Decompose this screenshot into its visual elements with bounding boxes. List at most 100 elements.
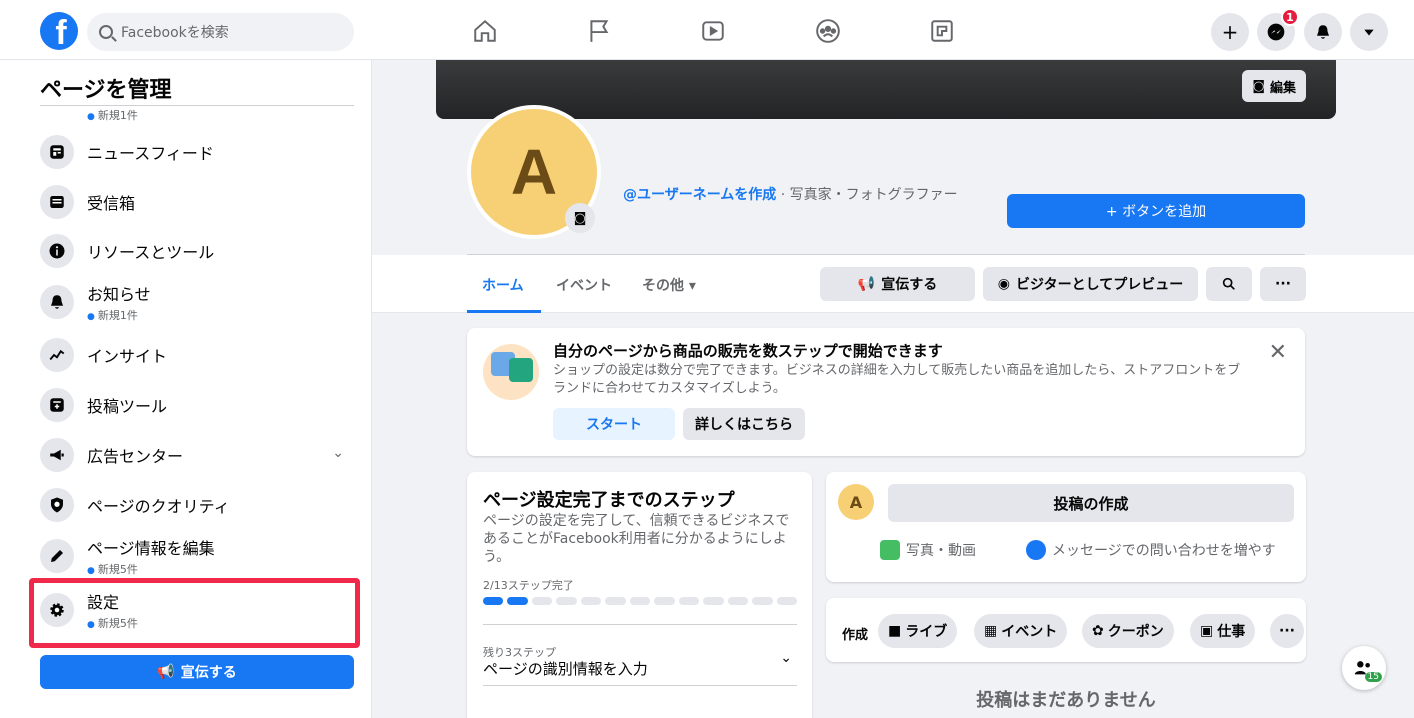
sidebar-item-label: 投稿ツール xyxy=(87,397,168,416)
sidebar-item-label: 設定 xyxy=(87,593,120,612)
megaphone-icon xyxy=(40,438,74,472)
tab-home[interactable]: ホーム xyxy=(482,275,524,295)
sidebar-item-edit-page-info[interactable]: ページ情報を編集新規5件 xyxy=(40,534,354,578)
steps-description: ページの設定を完了して、信頼できるビジネスであることがFacebook利用者に分… xyxy=(483,513,790,565)
flag-icon[interactable] xyxy=(586,18,614,44)
shop-learn-more-button[interactable]: 詳しくはこちら xyxy=(683,408,805,440)
create-more-button[interactable]: ··· xyxy=(1270,614,1304,648)
steps-title: ページ設定完了までのステップ xyxy=(483,490,735,511)
home-icon[interactable] xyxy=(472,18,500,44)
messages-button[interactable]: メッセージでの問い合わせを増やす xyxy=(1026,540,1276,560)
setup-steps-card: ページ設定完了までのステップ ページの設定を完了して、信頼できるビジネスであるこ… xyxy=(467,472,812,718)
sidebar-item-settings[interactable]: 設定新規5件 xyxy=(40,588,354,632)
news-feed-icon xyxy=(40,135,74,169)
page-category: · 写真家・フォトグラファー xyxy=(776,187,958,203)
bell-icon xyxy=(1317,25,1329,39)
shop-start-button[interactable]: スタート xyxy=(553,408,675,440)
progress-segment xyxy=(703,597,724,605)
composer-card: A 投稿の作成 写真・動画 メッセージでの問い合わせを増やす xyxy=(826,472,1306,582)
sidebar-item-label: インサイト xyxy=(87,347,168,366)
messenger-button[interactable]: 1 xyxy=(1257,8,1299,51)
steps-divider xyxy=(483,685,797,686)
page-username-line: @ユーザーネームを作成 · 写真家・フォトグラファー xyxy=(623,186,1003,204)
publishing-tools-icon xyxy=(40,388,74,422)
remaining-step-title[interactable]: ページの識別情報を入力 xyxy=(483,658,648,679)
photo-video-button[interactable]: 写真・動画 xyxy=(880,540,976,560)
tab-more[interactable]: その他 ▾ xyxy=(642,275,696,295)
create-post-button[interactable]: 投稿の作成 xyxy=(888,484,1294,522)
progress-segment xyxy=(531,597,553,605)
inbox-icon xyxy=(40,185,74,219)
insights-icon xyxy=(40,338,74,372)
sidebar-divider xyxy=(40,105,354,106)
briefcase-icon: ▣ xyxy=(1200,623,1214,639)
shop-illustration-icon xyxy=(483,344,539,400)
empty-posts-text: 投稿はまだありません xyxy=(976,690,1156,711)
calendar-icon: ▦ xyxy=(984,623,998,639)
page-search-button[interactable] xyxy=(1206,267,1252,301)
pencil-icon xyxy=(40,539,74,573)
progress-segment xyxy=(629,597,651,605)
watch-icon[interactable] xyxy=(700,18,728,44)
create-event-button[interactable]: ▦ イベント xyxy=(974,614,1068,648)
chevron-down-icon[interactable]: ⌄ xyxy=(332,445,344,461)
cover-photo: ◙ 編集 xyxy=(436,60,1336,119)
sidebar-item-sub: 新規5件 xyxy=(87,615,138,631)
camera-icon: ◙ xyxy=(573,210,587,226)
steps-progress-bar xyxy=(483,597,798,605)
progress-segment xyxy=(556,597,577,605)
create-job-button[interactable]: ▣ 仕事 xyxy=(1190,614,1256,648)
active-tab-underline xyxy=(467,310,541,313)
live-icon: ■ xyxy=(888,623,902,639)
plus-icon: + xyxy=(1221,20,1239,44)
sidebar-promote-button[interactable]: 📢 宣伝する xyxy=(40,655,354,689)
facebook-logo-icon[interactable]: f xyxy=(40,12,78,50)
sidebar-item-label: 広告センター xyxy=(87,447,184,466)
steps-divider xyxy=(483,624,797,625)
notifications-button[interactable] xyxy=(1304,13,1342,51)
gaming-icon[interactable] xyxy=(929,18,957,44)
info-icon xyxy=(40,234,74,268)
sidebar-item-news-feed[interactable]: ニュースフィード xyxy=(40,130,354,174)
sidebar-top-sub: 新規1件 xyxy=(87,107,138,123)
edit-cover-button[interactable]: ◙ 編集 xyxy=(1242,70,1306,102)
tab-events[interactable]: イベント xyxy=(556,275,612,295)
contacts-button[interactable]: 15 xyxy=(1342,646,1386,690)
sidebar-item-sub: 新規5件 xyxy=(87,561,215,577)
shop-card-description: ショップの設定は数分で完了できます。ビジネスの詳細を入力して販売したい商品を追加… xyxy=(553,363,1241,396)
sidebar-item-page-quality[interactable]: ページのクオリティ xyxy=(40,483,354,527)
sidebar-item-inbox[interactable]: 受信箱 xyxy=(40,180,354,224)
sidebar-item-label: ニュースフィード xyxy=(87,144,214,163)
caret-down-icon xyxy=(1364,29,1374,36)
page-more-button[interactable]: ··· xyxy=(1260,267,1306,301)
create-live-button[interactable]: ■ ライブ xyxy=(878,614,958,648)
account-menu-button[interactable] xyxy=(1350,13,1388,51)
sidebar-item-publishing-tools[interactable]: 投稿ツール xyxy=(40,383,354,427)
sidebar-item-insights[interactable]: インサイト xyxy=(40,333,354,377)
chevron-down-icon[interactable]: ⌄ xyxy=(780,650,792,666)
preview-as-visitor-button[interactable]: ◉ ビジターとしてプレビュー xyxy=(983,267,1198,301)
megaphone-icon: 📢 xyxy=(857,276,876,292)
sidebar-item-resources[interactable]: リソースとツール xyxy=(40,229,354,273)
search-input[interactable]: Facebookを検索 xyxy=(87,13,354,51)
photo-icon xyxy=(880,540,900,560)
close-icon[interactable]: ✕ xyxy=(1269,340,1287,365)
create-coupon-button[interactable]: ✿ クーポン xyxy=(1082,614,1174,648)
avatar-camera-button[interactable]: ◙ xyxy=(565,203,595,233)
progress-segment xyxy=(678,597,700,605)
sidebar-item-notifications[interactable]: お知らせ新規1件 xyxy=(40,280,354,324)
progress-segment xyxy=(605,597,626,605)
create-plus-button[interactable]: + xyxy=(1211,13,1249,51)
sidebar-item-label: ページのクオリティ xyxy=(87,497,230,516)
create-username-link[interactable]: @ユーザーネームを作成 xyxy=(623,187,776,203)
sidebar-item-ad-center[interactable]: 広告センター ⌄ xyxy=(40,433,354,477)
camera-icon: ◙ xyxy=(1252,78,1265,94)
sidebar-item-label: ページ情報を編集 xyxy=(87,539,215,558)
contacts-count: 15 xyxy=(1364,672,1382,682)
create-bar-card: 作成 ■ ライブ ▦ イベント ✿ クーポン ▣ 仕事 ··· xyxy=(826,598,1306,662)
progress-segment xyxy=(727,597,749,605)
composer-avatar: A xyxy=(838,484,874,520)
promote-button[interactable]: 📢 宣伝する xyxy=(820,267,975,301)
groups-icon[interactable] xyxy=(815,18,843,44)
add-button-button[interactable]: + ボタンを追加 xyxy=(1007,194,1305,228)
